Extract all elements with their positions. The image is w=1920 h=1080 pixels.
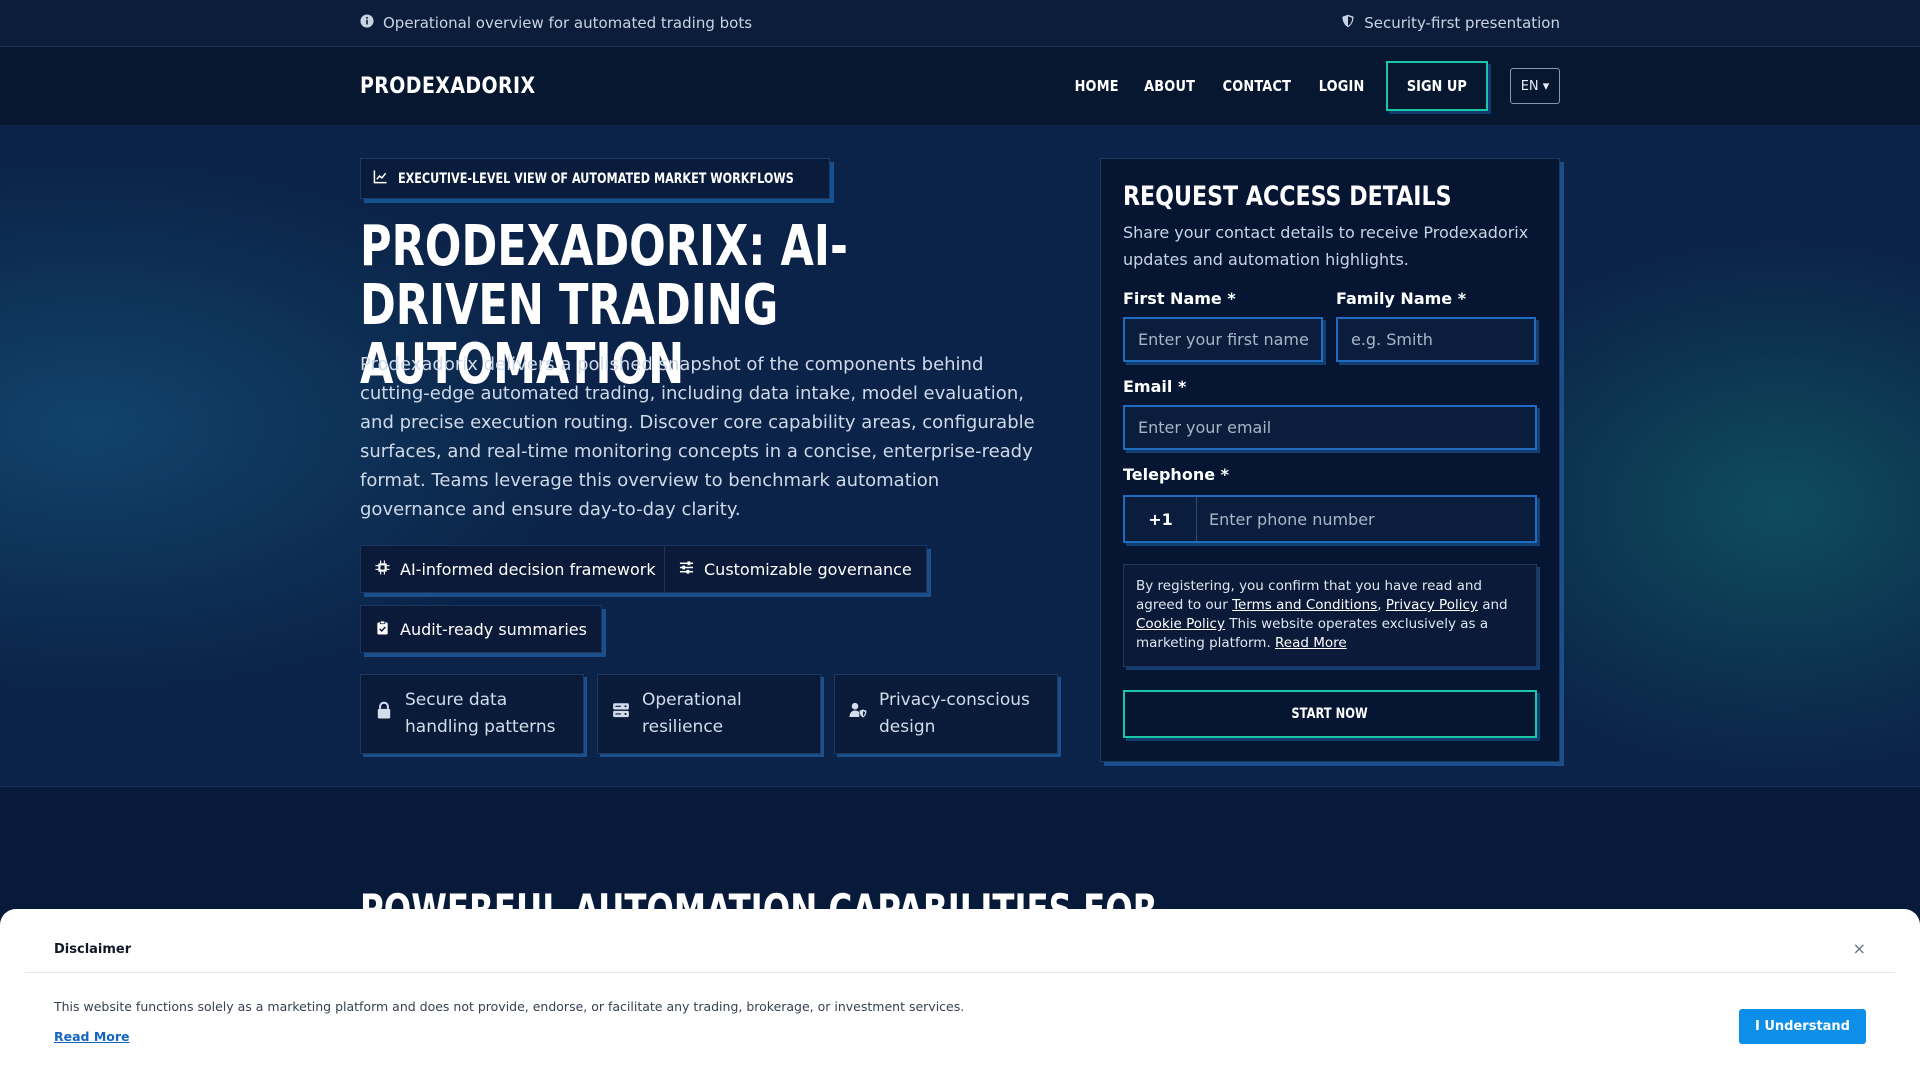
feature-resilience: Operational resilience: [597, 674, 821, 754]
shield-icon: [1341, 14, 1355, 32]
topbar-left: Operational overview for automated tradi…: [360, 14, 752, 32]
email-label: Email *: [1123, 377, 1187, 396]
telephone-label: Telephone *: [1123, 465, 1229, 484]
main-nav: PRODEXADORIX HOME ABOUT CONTACT LOGIN SI…: [0, 47, 1920, 126]
email-field[interactable]: Enter your email: [1123, 405, 1537, 450]
consent-and: and: [1482, 597, 1508, 613]
disclaimer-read-more-link[interactable]: Read More: [54, 1029, 130, 1044]
chip-label: Audit-ready summaries: [400, 619, 587, 639]
form-title: REQUEST ACCESS DETAILS: [1123, 181, 1452, 212]
chart-line-icon: [373, 169, 388, 188]
family-name-field[interactable]: e.g. Smith: [1336, 317, 1536, 362]
chip-icon: [375, 559, 390, 579]
start-now-label: START NOW: [1291, 706, 1369, 722]
nav-about-link[interactable]: ABOUT: [1144, 77, 1195, 95]
topbar-right: Security-first presentation: [1341, 14, 1560, 32]
clipboard-check-icon: [375, 620, 390, 639]
hero-kicker-badge: EXECUTIVE-LEVEL VIEW OF AUTOMATED MARKET…: [360, 158, 830, 199]
consent-notice: By registering, you confirm that you hav…: [1123, 564, 1537, 667]
feature-label: Operational resilience: [642, 690, 742, 737]
info-icon: [360, 14, 374, 32]
close-icon[interactable]: ×: [1853, 939, 1866, 958]
hero-kicker-text: EXECUTIVE-LEVEL VIEW OF AUTOMATED MARKET…: [398, 170, 794, 187]
server-icon: [612, 701, 630, 728]
language-selector[interactable]: EN ▾: [1510, 68, 1560, 104]
divider: [25, 972, 1895, 973]
feature-label: Secure data handling patterns: [405, 690, 556, 737]
disclaimer-banner: Disclaimer × This website functions sole…: [0, 909, 1920, 1080]
feature-secure-data: Secure data handling patterns: [360, 674, 584, 754]
i-understand-button[interactable]: I Understand: [1739, 1009, 1866, 1044]
nav-links: HOME ABOUT CONTACT LOGIN SIGN UP EN ▾: [1071, 61, 1560, 111]
chip-label: Customizable governance: [704, 559, 912, 579]
feature-privacy: Privacy-conscious design: [834, 674, 1058, 754]
topbar-left-text: Operational overview for automated tradi…: [383, 14, 753, 32]
nav-login-link[interactable]: LOGIN: [1319, 77, 1365, 95]
sliders-icon: [679, 560, 694, 579]
chip-governance: Customizable governance: [664, 545, 927, 593]
signup-label: SIGN UP: [1407, 77, 1468, 95]
request-access-form: REQUEST ACCESS DETAILS Share your contac…: [1100, 158, 1560, 762]
signup-button[interactable]: SIGN UP: [1386, 61, 1488, 111]
first-name-field[interactable]: Enter your first name: [1123, 317, 1323, 362]
telephone-field: +1 Enter phone number: [1123, 495, 1537, 543]
start-now-button[interactable]: START NOW: [1123, 690, 1537, 738]
chip-ai-framework: AI-informed decision framework: [360, 545, 671, 593]
family-name-label: Family Name *: [1336, 289, 1467, 308]
phone-number-input[interactable]: Enter phone number: [1197, 497, 1375, 541]
topbar-right-text: Security-first presentation: [1364, 14, 1560, 32]
lock-icon: [375, 701, 393, 728]
hero-section: EXECUTIVE-LEVEL VIEW OF AUTOMATED MARKET…: [0, 126, 1920, 787]
country-code-select[interactable]: +1: [1125, 497, 1197, 541]
chip-audit: Audit-ready summaries: [360, 605, 602, 653]
site-logo[interactable]: PRODEXADORIX: [360, 74, 536, 99]
disclaimer-text: This website functions solely as a marke…: [54, 999, 965, 1014]
top-info-bar: Operational overview for automated tradi…: [0, 0, 1920, 47]
nav-home-link[interactable]: HOME: [1075, 77, 1119, 95]
privacy-link[interactable]: Privacy Policy: [1386, 597, 1478, 613]
hero-lead: Prodexadorix delivers a polished snapsho…: [360, 354, 1035, 520]
feature-label: Privacy-conscious design: [879, 690, 1030, 737]
terms-link[interactable]: Terms and Conditions: [1232, 597, 1377, 613]
form-subtitle: Share your contact details to receive Pr…: [1123, 223, 1529, 269]
consent-read-more-link[interactable]: Read More: [1275, 635, 1347, 651]
chip-label: AI-informed decision framework: [400, 559, 656, 579]
user-shield-icon: [849, 701, 867, 728]
cookie-link[interactable]: Cookie Policy: [1136, 616, 1225, 632]
disclaimer-title: Disclaimer: [54, 942, 132, 957]
nav-contact-link[interactable]: CONTACT: [1223, 77, 1291, 95]
first-name-label: First Name *: [1123, 289, 1236, 308]
